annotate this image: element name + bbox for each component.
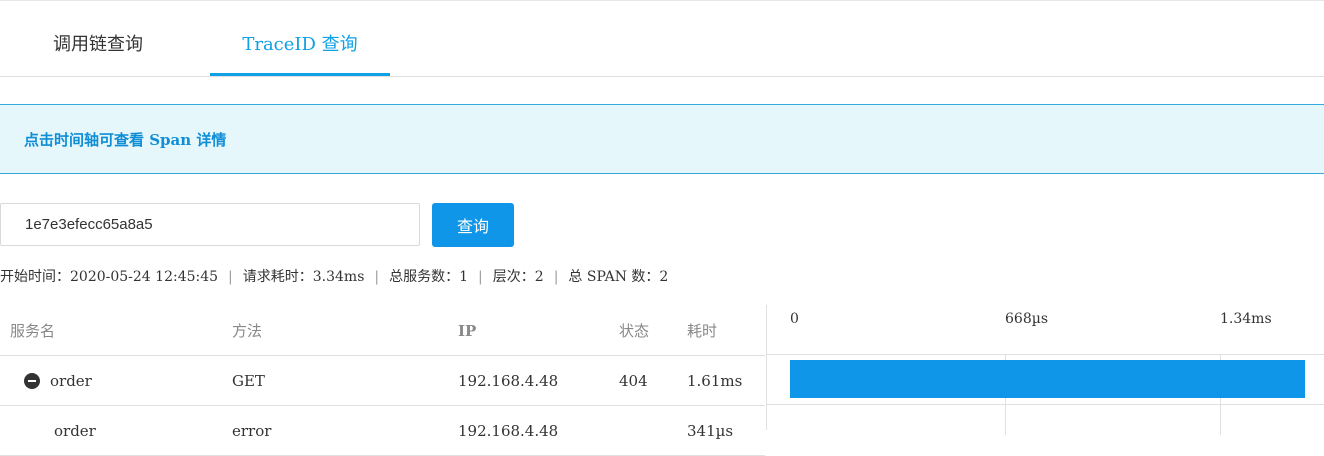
cell-method: error bbox=[232, 422, 272, 440]
cell-service: order bbox=[54, 422, 96, 440]
trace-summary: 开始时间：2020-05-24 12:45:45 | 请求耗时：3.34ms | 总服务… bbox=[0, 266, 668, 286]
summary-separator: | bbox=[553, 269, 559, 285]
cell-ip: 192.168.4.48 bbox=[458, 372, 559, 390]
span-timeline: 0 668µs 1.34ms bbox=[766, 305, 1324, 435]
summary-start-time: 开始时间：2020-05-24 12:45:45 bbox=[0, 269, 219, 285]
table-row[interactable]: order GET 192.168.4.48 404 1.61ms bbox=[0, 356, 765, 406]
timeline-row-divider bbox=[767, 404, 1324, 405]
summary-levels: 层次：2 bbox=[492, 269, 544, 285]
summary-spans: 总 SPAN 数：2 bbox=[568, 269, 669, 285]
tab-call-chain-query[interactable]: 调用链查询 bbox=[0, 16, 196, 74]
query-button[interactable]: 查询 bbox=[432, 203, 514, 247]
tab-traceid-query[interactable]: TraceID 查询 bbox=[210, 16, 390, 76]
cell-ip: 192.168.4.48 bbox=[458, 422, 559, 440]
header-duration: 耗时 bbox=[687, 322, 718, 340]
banner-text: 点击时间轴可查看 Span 详情 bbox=[24, 131, 227, 149]
traceid-input[interactable] bbox=[0, 203, 420, 246]
cell-method: GET bbox=[232, 372, 265, 390]
cell-duration: 341µs bbox=[687, 422, 734, 440]
timeline-tick-label: 1.34ms bbox=[1220, 311, 1272, 327]
summary-services: 总服务数：1 bbox=[389, 269, 469, 285]
header-ip: IP bbox=[458, 322, 477, 340]
top-divider bbox=[0, 0, 1324, 1]
cell-duration: 1.61ms bbox=[687, 372, 743, 390]
header-status: 状态 bbox=[619, 322, 650, 340]
collapse-icon[interactable] bbox=[24, 373, 40, 389]
timeline-tick-label: 0 bbox=[790, 311, 799, 327]
table-row[interactable]: order error 192.168.4.48 341µs bbox=[0, 406, 765, 456]
cell-service: order bbox=[50, 372, 92, 390]
tab-bar: 调用链查询 TraceID 查询 bbox=[0, 16, 1324, 77]
header-method: 方法 bbox=[232, 322, 263, 340]
summary-separator: | bbox=[374, 269, 380, 285]
summary-separator: | bbox=[228, 269, 233, 285]
timeline-tick-label: 668µs bbox=[1005, 311, 1049, 327]
summary-separator: | bbox=[478, 269, 483, 285]
info-banner: 点击时间轴可查看 Span 详情 bbox=[0, 104, 1324, 174]
cell-status: 404 bbox=[619, 372, 648, 390]
timeline-span-bar[interactable] bbox=[790, 360, 1305, 398]
table-header: 服务名 方法 IP 状态 耗时 bbox=[0, 305, 765, 356]
timeline-row-divider bbox=[767, 354, 1324, 355]
summary-duration: 请求耗时：3.34ms bbox=[242, 269, 365, 285]
header-service: 服务名 bbox=[10, 322, 56, 340]
